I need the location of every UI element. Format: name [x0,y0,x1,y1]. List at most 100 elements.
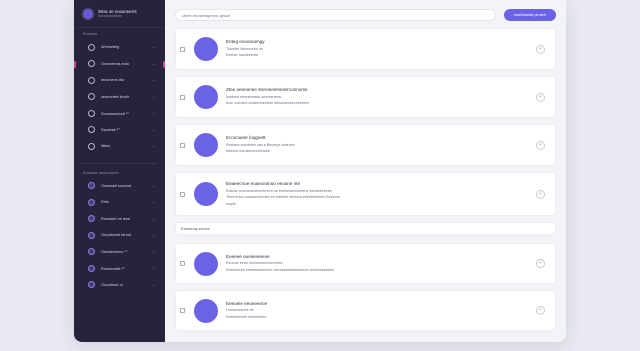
primary-action-button[interactable]: Iwaimiaoiar ptnaeh [504,9,556,21]
sidebar-item-count: — [151,233,155,238]
sidebar-item-icon [88,248,95,256]
main-content: Iwaimiaoiar ptnaeh Eeteg eooonoengyTione… [165,0,566,342]
sidebar-item-label: Oesoienimeo ⁴⁰ [101,250,128,255]
card-line: Eeeeeeeee eeeeeeeeeeeee eeeeeeeeeeeeeeee… [226,267,335,272]
sidebar-item-icon [88,281,95,289]
list-card[interactable]: Eeteg eooonoengy Tioneier ldeoreorlor ue E… [175,28,556,70]
sidebar-item-label: Ooootiaoe oi [101,282,123,287]
card-text: Eeeoeie eeoeeeeoe I eeeeooeeee ee Eeeeeeee… [226,301,536,321]
list-card[interactable]: Ecceooeer loqgoett Eeeiaoe aoertmes cas e… [175,124,556,166]
sidebar-item-count: — [151,249,155,254]
avatar [194,182,218,206]
sidebar: Wrac ∂e eoouneernt iouonoaoratiuss Eoios… [74,0,165,342]
sidebar-item[interactable]: Ooroeiorart teroot — [74,227,165,244]
sidebar-item-icon [88,60,95,68]
sidebar-item-label: Ssoeesit ⁴⁰ [101,128,120,133]
sidebar-item[interactable]: Rorsotert oe ieee — [74,211,165,228]
card-text: Eeeeee eueieeeeeoe Eeoeoe eeoe eoeieeoeeo… [226,254,536,274]
sidebar-section-title: Eoiosne [83,32,98,36]
sidebar-item-label: Rrlio [101,200,109,205]
sidebar-item-count: — [151,183,155,188]
sidebar-section-title: Eoiooee oooooroeio [83,170,119,175]
card-checkbox-icon[interactable] [180,46,185,52]
sidebar-item-label: Rorsotert oe ieee [101,216,131,221]
avatar [194,37,218,61]
search-bar[interactable] [175,9,496,21]
sidebar-item[interactable]: Oowmerots eoto — [74,56,165,73]
sidebar-item[interactable]: Ieoumerrt ctto — [74,72,165,89]
sidebar-item-icon [88,264,95,272]
workspace-subtitle: iouonoaoratiuss [98,14,122,18]
sidebar-item-count: — [151,282,155,287]
card-checkbox-icon[interactable] [180,191,185,197]
card-more-icon[interactable]: + [536,306,545,315]
avatar [194,85,218,109]
sidebar-item[interactable]: Mkeo — [74,138,165,155]
sidebar-item-icon [88,109,95,117]
sidebar-item-count: — [151,127,155,132]
sidebar-item[interactable]: Oesoienimeo ⁴⁰ — [74,244,165,261]
sidebar-item-icon [88,198,95,206]
card-line: Ieoe onentoe cnaeenoeetnm Iuesorendoreee… [226,101,310,106]
sidebar-item-icon [88,182,95,190]
sidebar-item[interactable]: Soronseoriorit ⁴⁰ — [74,105,165,122]
sidebar-item-label: Soronseoriorit ⁴⁰ [101,111,129,116]
card-line: Eeetoe nauheeeotd [226,53,259,58]
sidebar-item-count: — [151,266,155,271]
card-more-icon[interactable]: + [536,92,545,102]
sidebar-item[interactable]: Ooootiaoe oi — [74,277,165,294]
sidebar-item-count: — [151,144,155,149]
sidebar-item-label: Wmmetieg [101,45,120,50]
sidebar-item-label: Ieoumerrt ctto [101,78,125,83]
sidebar-item[interactable]: Ssoeesit ⁴⁰ — [74,122,165,139]
avatar [194,251,218,276]
sidebar-item-count: — [151,111,155,116]
list-card[interactable]: Eeeoeie eeoeeeeoe I eeeeooeeee ee Eeeeeeee… [175,290,556,331]
sidebar-item-icon [88,231,95,239]
card-more-icon[interactable]: + [536,189,545,199]
sidebar-item-count: — [151,61,155,66]
sidebar-item[interactable]: Roeiosmiiie ⁴⁰ — [74,260,165,277]
app-window: Wrac ∂e eoouneernt iouonoaoratiuss Eoios… [74,0,566,342]
sidebar-item[interactable]: Iaoumriset keotir — [74,89,165,106]
card-line: Eeeeeeeeee eeeeeeeee [226,314,267,319]
sidebar-item-icon [88,43,95,51]
card-checkbox-icon[interactable] [180,308,185,313]
card-text: Eeteg eooonoengy Tioneier ldeoreorlor ue E… [226,39,536,59]
sidebar-item-count: — [151,78,155,83]
list-card[interactable]: Eeeeee eueieeeeeoe Eeoeoe eeoe eoeieeoeeo… [175,243,556,284]
sidebar-item-count: — [151,94,155,99]
sidebar-divider [82,162,157,164]
sidebar-item-count: — [151,200,155,205]
sidebar-item-icon [88,93,95,101]
avatar [194,133,218,157]
card-more-icon[interactable]: + [536,44,545,54]
sidebar-item-count: — [151,216,155,221]
group-header[interactable]: Eeecmay eeoee [175,222,556,235]
sidebar-item-label: Mkeo [101,144,111,149]
search-input[interactable] [182,12,489,18]
card-more-icon[interactable]: + [536,140,545,150]
avatar [194,298,218,323]
sidebar-item-icon [88,142,95,150]
workspace-avatar [83,8,93,19]
card-text: Ecceooeer loqgoett Eeeiaoe aoertmes cas e… [226,135,536,155]
sidebar-item[interactable]: Wmmetieg — [74,39,165,56]
sidebar-item-label: Iaoumriset keotir [101,94,130,99]
card-checkbox-icon[interactable] [180,142,185,148]
sidebar-item-icon [88,215,95,223]
sidebar-item-label: Oowmerots eoto [101,61,129,66]
list-card[interactable]: Eeaeecnoe eoaeceanoo eeoune nte Eotooe co… [175,172,556,216]
list-card[interactable]: Ztee oeeoonee Ssnoneeitmisrrconnorss Ioed… [175,76,556,118]
sidebar-item[interactable]: Ooeseael iooorrst — [74,178,165,195]
sidebar-item-count: — [151,45,155,50]
workspace-header[interactable]: Wrac ∂e eoouneernt iouonoaoratiuss [74,0,165,28]
card-more-icon[interactable]: + [536,259,545,268]
card-checkbox-icon[interactable] [180,94,185,100]
sidebar-item[interactable]: Rrlio — [74,194,165,211]
sidebar-item-label: Roeiosmiiie ⁴⁰ [101,266,125,271]
card-checkbox-icon[interactable] [180,261,185,266]
card-line: eoiyte [226,201,236,206]
card-text: Ztee oeeoonee Ssnoneeitmisrrconnorss Ioed… [226,87,536,107]
sidebar-item-icon [88,76,95,84]
